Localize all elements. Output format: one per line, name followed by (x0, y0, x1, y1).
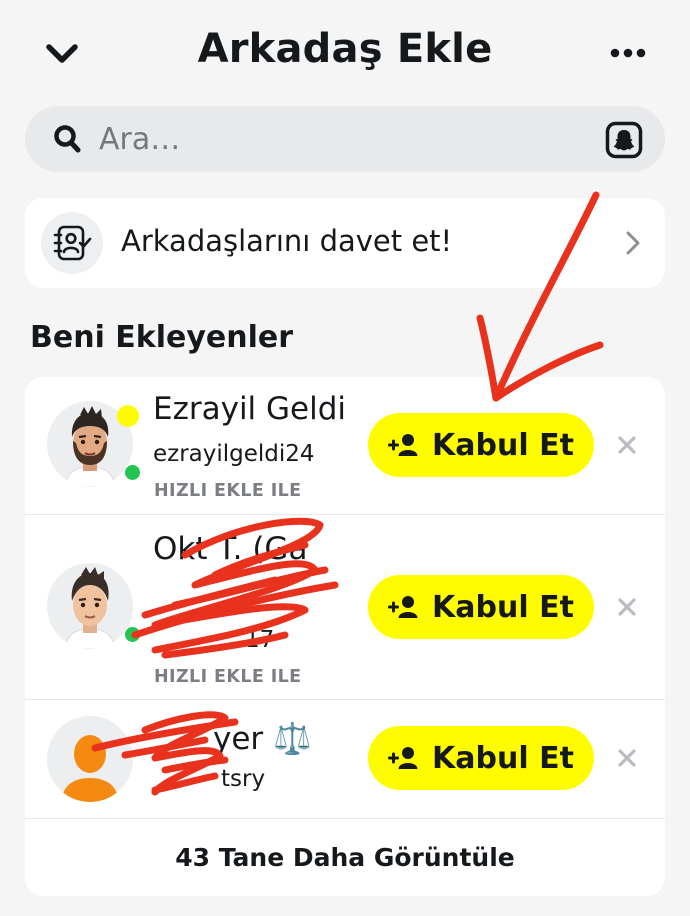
close-icon (618, 436, 636, 454)
accept-button[interactable]: Kabul Et (368, 413, 594, 477)
search-input[interactable] (99, 116, 589, 162)
page-title: Arkadaş Ekle (197, 26, 493, 72)
friend-username: tsry (221, 766, 266, 792)
more-options-button[interactable] (606, 38, 650, 68)
dismiss-button[interactable] (613, 744, 641, 772)
friend-source-label: HIZLI EKLE ILE (154, 481, 302, 501)
friend-source-label: HIZLI EKLE ILE (154, 667, 302, 687)
online-status-dot (125, 465, 140, 480)
friend-username: 17 (245, 627, 275, 653)
dismiss-button[interactable] (613, 593, 641, 621)
top-bar: Arkadaş Ekle (0, 0, 690, 104)
dismiss-button[interactable] (613, 431, 641, 459)
avatar (47, 716, 133, 802)
accept-button[interactable]: Kabul Et (368, 575, 594, 639)
story-indicator (117, 405, 139, 427)
section-title: Beni Ekleyenler (30, 320, 294, 355)
accept-button-label: Kabul Et (432, 740, 574, 776)
see-more-button[interactable]: 43 Tane Daha Görüntüle (25, 819, 665, 896)
invite-friends-label: Arkadaşlarını davet et! (121, 224, 453, 258)
chevron-right-icon (626, 231, 640, 255)
contact-book-icon (41, 212, 103, 274)
snapcode-icon (605, 121, 643, 159)
avatar (47, 563, 133, 649)
close-icon (618, 598, 636, 616)
friend-name: Okt T. (Ga (153, 531, 308, 567)
list-item: Ezrayil Geldi ezrayilgeldi24 HIZLI EKLE … (25, 377, 665, 515)
snapcode-button[interactable] (605, 121, 643, 159)
accept-button-label: Kabul Et (432, 589, 574, 625)
invite-friends-row[interactable]: Arkadaşlarını davet et! (25, 198, 665, 288)
online-status-dot (125, 627, 140, 642)
list-item: yer ⚖️ tsry Kabul Et (25, 700, 665, 819)
search-bar[interactable] (25, 106, 665, 172)
add-friend-icon (388, 434, 418, 456)
list-item: Okt T. (Ga 17 HIZLI EKLE ILE Kabul Et (25, 515, 665, 700)
accept-button[interactable]: Kabul Et (368, 726, 594, 790)
close-icon (618, 749, 636, 767)
add-friend-icon (388, 747, 418, 769)
friend-username: ezrayilgeldi24 (153, 441, 315, 467)
friend-name: yer ⚖️ (213, 721, 312, 757)
friend-name: Ezrayil Geldi (153, 391, 347, 427)
accept-button-label: Kabul Et (432, 427, 574, 463)
friend-requests-list: Ezrayil Geldi ezrayilgeldi24 HIZLI EKLE … (25, 377, 665, 896)
more-horizontal-icon (610, 48, 646, 58)
add-friend-icon (388, 596, 418, 618)
search-icon (54, 125, 81, 153)
